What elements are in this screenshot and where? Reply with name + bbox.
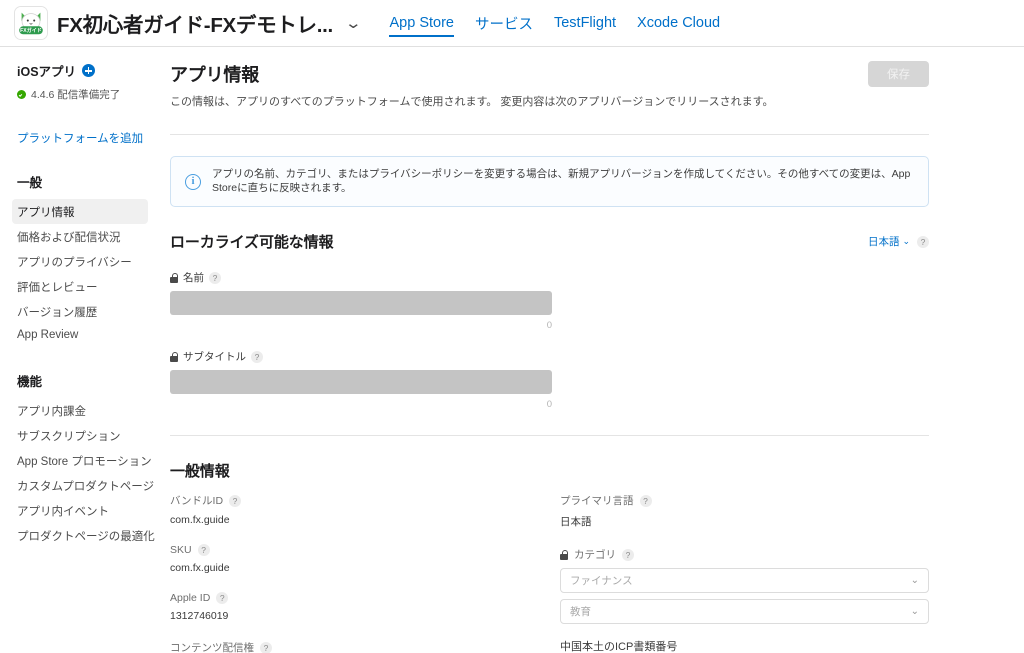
help-icon[interactable]: ?: [251, 350, 263, 363]
lock-icon: [170, 273, 179, 283]
help-icon[interactable]: ?: [260, 641, 272, 653]
sidebar-item-subscriptions[interactable]: サブスクリプション: [12, 423, 148, 448]
fx-guide-cat-app-icon: FXガイド: [14, 6, 48, 40]
chevron-down-icon: ⌄: [910, 606, 919, 618]
apple-id-label: Apple ID ?: [170, 592, 560, 605]
apple-id-label-text: Apple ID: [170, 592, 211, 605]
app-status-text: 4.4.6 配信準備完了: [31, 89, 121, 101]
sidebar-section-general-heading: 一般: [17, 176, 43, 190]
secondary-category-select[interactable]: 教育 ⌄: [560, 599, 929, 625]
language-select[interactable]: 日本語 ⌄: [868, 234, 910, 249]
secondary-category-value: 教育: [570, 606, 591, 619]
localizable-section-header: ローカライズ可能な情報 日本語 ⌄ ?: [170, 231, 929, 252]
save-button[interactable]: 保存: [868, 61, 929, 87]
page-subtitle: この情報は、アプリのすべてのプラットフォームで使用されます。 変更内容は次のアプ…: [170, 96, 774, 108]
bundle-id-label: バンドルID ?: [170, 493, 560, 508]
lock-icon: [560, 550, 569, 560]
general-section-title: 一般情報: [170, 463, 230, 481]
name-field-label: 名前 ?: [170, 270, 929, 285]
page-title: アプリ情報: [170, 65, 259, 85]
sidebar-item-app-store-promotions[interactable]: App Store プロモーション: [12, 448, 152, 473]
info-circle-icon: i: [185, 173, 201, 190]
app-status: 4.4.6 配信準備完了: [17, 87, 160, 102]
name-char-count: 0: [546, 320, 552, 332]
primary-language-label-text: プライマリ言語: [560, 495, 634, 508]
localizable-section-title: ローカライズ可能な情報: [170, 234, 334, 252]
general-info-left-column: バンドルID ? com.fx.guide SKU ? com.fx.guide…: [170, 493, 560, 653]
primary-nav-tabs: App Store サービス TestFlight Xcode Cloud: [389, 0, 720, 46]
app-title: FX初心者ガイド-FXデモトレ...: [57, 14, 333, 37]
sidebar-section-features-heading: 機能: [17, 375, 43, 389]
subtitle-label-text: サブタイトル: [183, 351, 246, 364]
sku-label: SKU ?: [170, 544, 560, 557]
lock-icon: [170, 352, 179, 362]
sku-value: com.fx.guide: [170, 562, 230, 575]
name-label-text: 名前: [183, 272, 204, 285]
help-icon[interactable]: ?: [209, 271, 221, 284]
bundle-id-label-text: バンドルID: [170, 495, 224, 508]
header-divider: [170, 134, 929, 135]
top-bar: FXガイド FX初心者ガイド-FXデモトレ... ⌄ App Store サービ…: [0, 0, 1024, 47]
general-info-right-column: プライマリ言語 ? 日本語 カテゴリ ? ファイナンス ⌄ 教育 ⌄ 中国本土の…: [560, 493, 929, 653]
help-icon[interactable]: ?: [229, 494, 242, 507]
language-picker: 日本語 ⌄ ?: [868, 234, 929, 249]
bundle-id-value: com.fx.guide: [170, 514, 230, 527]
sidebar-item-app-information[interactable]: アプリ情報: [12, 199, 148, 224]
general-info-grid: バンドルID ? com.fx.guide SKU ? com.fx.guide…: [170, 493, 929, 653]
general-section-header: 一般情報: [170, 460, 929, 481]
subtitle-char-count: 0: [546, 399, 552, 411]
category-label-text: カテゴリ: [574, 549, 616, 562]
svg-text:FXガイド: FXガイド: [20, 27, 42, 34]
chevron-down-icon: ⌄: [902, 236, 910, 247]
sidebar-item-app-review[interactable]: App Review: [12, 324, 148, 345]
chevron-down-icon[interactable]: ⌄: [344, 16, 362, 31]
name-input[interactable]: [170, 291, 552, 316]
language-select-value: 日本語: [867, 236, 900, 249]
content-rights-label-text: コンテンツ配信権: [170, 642, 254, 653]
add-platform-plus-icon[interactable]: [82, 64, 96, 77]
section-divider: [170, 435, 929, 437]
info-banner-text: アプリの名前、カテゴリ、またはプライバシーポリシーを変更する場合は、新規アプリバ…: [212, 168, 911, 194]
primary-category-value: ファイナンス: [570, 575, 633, 588]
help-icon[interactable]: ?: [639, 494, 652, 507]
sidebar-item-in-app-events[interactable]: アプリ内イベント: [12, 498, 148, 523]
primary-category-select[interactable]: ファイナンス ⌄: [560, 568, 929, 594]
help-icon[interactable]: ?: [622, 548, 634, 561]
subtitle-field-label: サブタイトル ?: [170, 349, 929, 364]
primary-language-value: 日本語: [560, 516, 592, 529]
primary-language-label: プライマリ言語 ?: [560, 493, 929, 508]
icp-section-title: 中国本土のICP書類番号: [560, 641, 678, 653]
sidebar: iOSアプリ 4.4.6 配信準備完了 プラットフォームを追加 一般 アプリ情報…: [0, 47, 160, 653]
tab-services[interactable]: サービス: [475, 0, 533, 46]
sidebar-item-pricing-availability[interactable]: 価格および配信状況: [12, 224, 148, 249]
sidebar-item-product-page-optimization[interactable]: プロダクトページの最適化: [12, 523, 155, 548]
subtitle-input[interactable]: [170, 370, 552, 395]
sidebar-item-version-history[interactable]: バージョン履歴: [12, 299, 148, 324]
main-content: アプリ情報 この情報は、アプリのすべてのプラットフォームで使用されます。 変更内…: [160, 47, 1024, 653]
help-icon[interactable]: ?: [216, 592, 229, 605]
chevron-down-icon: ⌄: [910, 575, 919, 587]
sidebar-item-app-privacy[interactable]: アプリのプライバシー: [12, 249, 148, 274]
add-platform-link[interactable]: プラットフォームを追加: [17, 130, 160, 146]
platform-name: iOSアプリ: [17, 65, 77, 79]
info-banner: i アプリの名前、カテゴリ、またはプライバシーポリシーを変更する場合は、新規アプ…: [170, 156, 929, 208]
platform-row: iOSアプリ: [17, 61, 160, 80]
apple-id-value: 1312746019: [170, 610, 229, 623]
page-header: アプリ情報 この情報は、アプリのすべてのプラットフォームで使用されます。 変更内…: [170, 61, 929, 109]
content-rights-label: コンテンツ配信権 ?: [170, 640, 560, 653]
help-icon[interactable]: ?: [197, 544, 210, 557]
sku-label-text: SKU: [170, 544, 192, 557]
sidebar-item-in-app-purchases[interactable]: アプリ内課金: [12, 398, 148, 423]
sidebar-item-custom-product-pages[interactable]: カスタムプロダクトページ: [12, 473, 154, 498]
tab-app-store[interactable]: App Store: [389, 0, 454, 46]
help-icon[interactable]: ?: [917, 235, 929, 248]
category-label: カテゴリ ?: [560, 547, 929, 562]
check-circle-icon: [17, 90, 26, 99]
tab-xcode-cloud[interactable]: Xcode Cloud: [637, 0, 720, 46]
sidebar-item-ratings-reviews[interactable]: 評価とレビュー: [12, 274, 148, 299]
tab-testflight[interactable]: TestFlight: [554, 0, 616, 46]
